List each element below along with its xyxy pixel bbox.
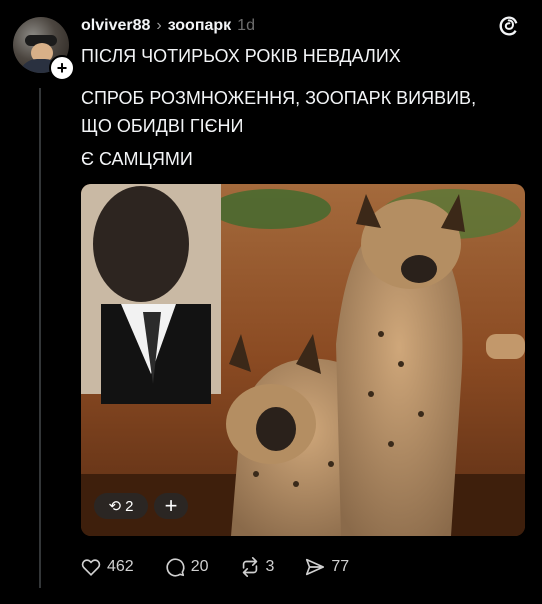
action-bar: 462 20 3 77 — [80, 556, 349, 578]
reply-count: 20 — [190, 558, 209, 575]
post-time: 1d — [237, 17, 255, 34]
like-button[interactable]: 462 — [80, 556, 134, 578]
like-count: 462 — [107, 558, 134, 575]
repost-icon: ⟲ — [108, 498, 122, 515]
threads-logo-icon[interactable] — [497, 14, 521, 38]
follow-plus-icon[interactable]: + — [49, 55, 75, 81]
post-text-line2: СПРОБ РОЗМНОЖЕННЯ, ЗООПАРК ВИЯВИВ, ЩО ОБ… — [81, 88, 477, 136]
topic-tag[interactable]: зоопарк — [168, 17, 231, 35]
repost-count: 2 — [125, 497, 134, 515]
post-text-line3: Є САМЦЯМИ — [81, 149, 193, 169]
send-icon — [306, 558, 325, 576]
repost-button[interactable]: 3 — [239, 556, 275, 578]
repost-count-pill[interactable]: ⟲ 2 — [94, 493, 148, 519]
post-text-line1: ПІСЛЯ ЧОТИРЬОХ РОКІВ НЕВДАЛИХ — [81, 46, 401, 66]
share-count: 77 — [331, 558, 350, 575]
reply-button[interactable]: 20 — [164, 556, 209, 578]
share-button[interactable]: 77 — [304, 556, 349, 578]
add-button[interactable]: + — [154, 493, 188, 519]
chevron-right-icon: › — [156, 17, 162, 34]
repost-count-action: 3 — [265, 558, 275, 575]
post-image[interactable]: ⟲ 2 + — [81, 184, 525, 536]
repost-icon — [242, 557, 257, 577]
heart-icon — [81, 559, 101, 576]
thread-line — [39, 88, 41, 588]
hyenas-meme-image — [81, 184, 525, 536]
post-header: olviver88 › зоопарк 1d — [81, 17, 255, 35]
comment-icon — [166, 558, 185, 577]
username[interactable]: olviver88 — [81, 17, 150, 35]
